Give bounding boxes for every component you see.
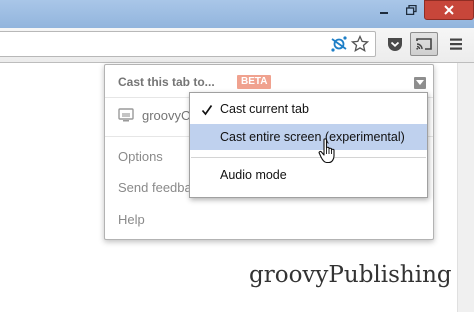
minimize-button[interactable] xyxy=(370,0,398,20)
close-icon xyxy=(444,5,454,15)
watermark: groovyPublishing xyxy=(249,262,452,288)
menu-item-cast-current-tab[interactable]: Cast current tab xyxy=(220,102,309,116)
menu-item-audio-mode[interactable]: Audio mode xyxy=(220,168,287,182)
send-feedback-link[interactable]: Send feedba xyxy=(118,180,192,195)
device-name[interactable]: groovyC xyxy=(142,108,190,123)
hamburger-menu-icon xyxy=(450,38,462,50)
cast-device-icon xyxy=(118,108,134,122)
checkmark-icon xyxy=(201,103,213,116)
star-icon xyxy=(351,35,369,53)
hand-cursor-icon xyxy=(318,138,338,164)
restore-icon xyxy=(405,5,417,15)
close-button[interactable] xyxy=(424,0,474,20)
restore-button[interactable] xyxy=(398,0,424,20)
cast-button[interactable] xyxy=(410,32,438,56)
cast-icon xyxy=(416,38,432,50)
minimize-icon xyxy=(380,12,388,14)
cast-mode-dropdown-button[interactable] xyxy=(414,77,426,89)
beta-badge: BETA xyxy=(237,75,272,89)
bookmark-star-button[interactable] xyxy=(350,34,370,54)
page-scrollbar[interactable] xyxy=(457,63,474,312)
chevron-down-icon xyxy=(416,80,424,85)
extension-icon xyxy=(331,36,347,52)
popup-title: Cast this tab to... xyxy=(118,75,215,89)
menu-divider xyxy=(191,157,426,158)
address-bar[interactable] xyxy=(0,31,376,57)
device-item[interactable] xyxy=(118,108,134,122)
options-link[interactable]: Options xyxy=(118,149,163,164)
help-link[interactable]: Help xyxy=(118,212,145,227)
extension-button[interactable] xyxy=(329,34,349,54)
menu-item-cast-entire-screen[interactable]: Cast entire screen (experimental) xyxy=(220,130,405,144)
pocket-button[interactable] xyxy=(386,35,404,53)
pocket-icon xyxy=(388,38,402,51)
chrome-menu-button[interactable] xyxy=(446,34,466,54)
